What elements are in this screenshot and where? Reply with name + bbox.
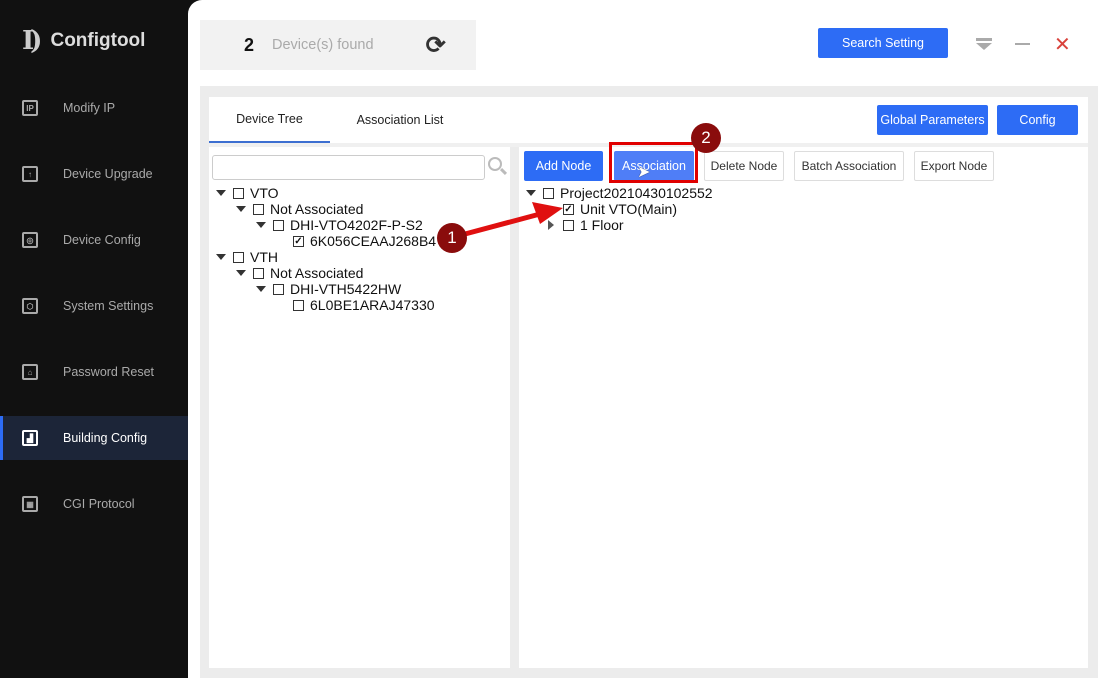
step-badge-2: 2 xyxy=(691,123,721,153)
annotation-arrow xyxy=(464,202,563,237)
step-badge-1: 1 xyxy=(437,223,467,253)
arrow-head xyxy=(532,202,563,224)
arrow-line xyxy=(464,211,541,237)
